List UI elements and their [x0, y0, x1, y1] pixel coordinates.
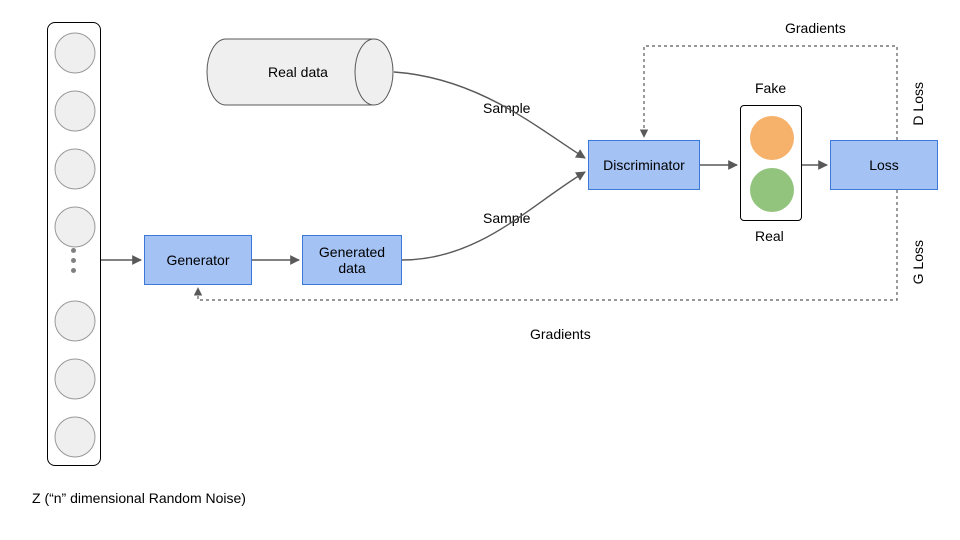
ellipsis-dot [71, 268, 76, 273]
d-loss-label: D Loss [910, 82, 926, 126]
real-label: Real [755, 228, 784, 246]
discriminator-label: Discriminator [603, 157, 685, 173]
generator-label: Generator [166, 252, 229, 268]
sample-bottom-label: Sample [483, 210, 530, 228]
loss-box: Loss [830, 140, 938, 190]
z-caption: Z (“n” dimensional Random Noise) [32, 490, 246, 508]
generated-data-box: Generated data [302, 235, 402, 285]
ellipsis-dot [71, 258, 76, 263]
noise-vector-box [47, 22, 101, 466]
real-light-icon [750, 168, 794, 212]
fake-real-panel [740, 105, 802, 221]
discriminator-box: Discriminator [588, 140, 700, 190]
sample-top-label: Sample [483, 100, 530, 118]
loss-label: Loss [869, 157, 899, 173]
fake-label: Fake [755, 80, 786, 98]
generated-data-label: Generated data [319, 244, 385, 276]
gradients-bottom-label: Gradients [530, 326, 591, 344]
g-loss-label: G Loss [910, 240, 926, 284]
generator-box: Generator [144, 235, 252, 285]
real-data-cylinder: Real data [206, 38, 394, 106]
gradients-top-label: Gradients [785, 20, 846, 38]
fake-light-icon [750, 116, 794, 160]
ellipsis-dot [71, 248, 76, 253]
real-data-label: Real data [268, 64, 328, 82]
